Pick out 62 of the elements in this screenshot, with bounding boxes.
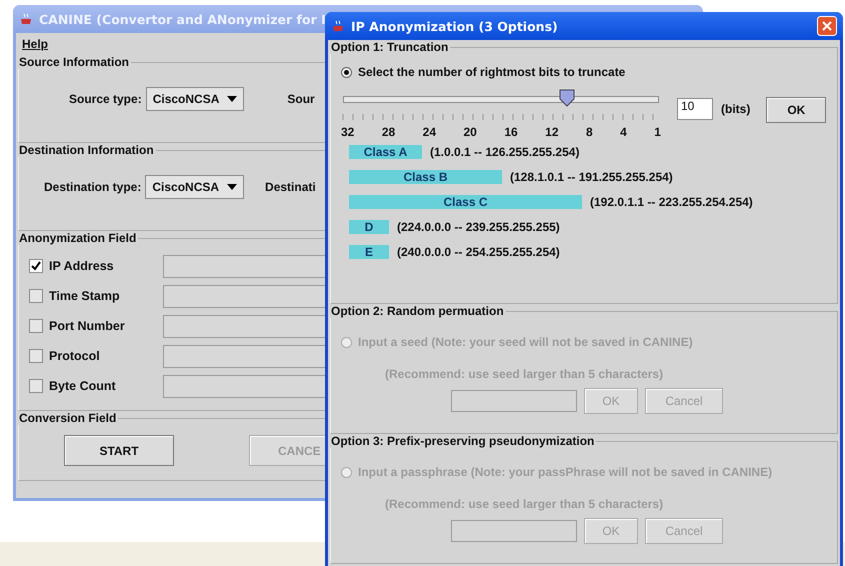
- radio-label: Input a seed (Note: your seed will not be saved in CANINE): [358, 335, 693, 349]
- tick-label: 8: [586, 125, 593, 139]
- type-dropdown[interactable]: CiscoNCSA: [146, 87, 244, 111]
- checkbox-label: Time Stamp: [49, 289, 121, 303]
- input-field[interactable]: [451, 520, 577, 542]
- section-heading: Option 2: Random permuation: [330, 304, 505, 318]
- type-dropdown[interactable]: CiscoNCSA: [145, 175, 244, 199]
- class-bar: D: [349, 220, 389, 234]
- checkbox[interactable]: [29, 379, 43, 393]
- section-heading: Source Information: [18, 55, 130, 69]
- class-bar: Class C: [349, 194, 582, 208]
- section-heading: Destination Information: [18, 143, 155, 157]
- checkbox-label: Port Number: [49, 319, 126, 333]
- address-range: (240.0.0.0 -- 254.255.255.254): [397, 244, 560, 258]
- field-label: Source type:: [69, 92, 142, 106]
- close-icon[interactable]: [817, 16, 837, 36]
- window-title: IP Anonymization (3 Options): [351, 18, 558, 34]
- address-range: (128.1.0.1 -- 191.255.255.254): [510, 170, 673, 184]
- cup-icon: [331, 19, 345, 33]
- address-range: (192.0.1.1 -- 223.255.254.254): [590, 194, 753, 208]
- tick-label: 28: [382, 125, 396, 139]
- start-button[interactable]: START: [64, 435, 174, 466]
- ok-button[interactable]: OK: [766, 97, 826, 123]
- tick-label: 24: [422, 125, 436, 139]
- radio-label: Select the number of rightmost bits to truncate: [358, 65, 626, 79]
- input-field[interactable]: [451, 390, 577, 412]
- class-bar: Class B: [349, 170, 502, 184]
- slider-thumb[interactable]: [558, 89, 575, 107]
- checkbox[interactable]: [29, 349, 43, 363]
- address-range: (1.0.0.1 -- 126.255.255.254): [430, 144, 580, 158]
- checkbox[interactable]: [29, 259, 43, 273]
- radio-label: Input a passphrase (Note: your passPhrase will not be saved in CANINE): [358, 465, 772, 479]
- class-bar: E: [349, 244, 389, 258]
- unit-label: (bits): [721, 102, 750, 116]
- field-label: Destinati: [265, 180, 316, 194]
- class-bar: Class A: [349, 144, 422, 158]
- field-label: Sour: [287, 92, 315, 106]
- hint-text: (Recommend: use seed larger than 5 characters): [384, 496, 664, 513]
- window-title: CANINE (Convertor and ANonymizer for I: [39, 12, 326, 26]
- tick-label: 1: [654, 125, 661, 139]
- checkbox-label: Protocol: [49, 349, 101, 363]
- radio-button[interactable]: [341, 66, 352, 78]
- tick-label: 16: [504, 125, 518, 139]
- tick-label: 32: [341, 125, 354, 139]
- menu-item[interactable]: Help: [22, 37, 48, 51]
- checkbox-label: IP Address: [49, 259, 115, 273]
- caret-icon: [227, 184, 238, 190]
- section-heading: Conversion Field: [18, 411, 118, 425]
- checkbox-label: Byte Count: [49, 379, 117, 393]
- checkbox[interactable]: [29, 289, 43, 303]
- section-heading: Option 1: Truncation: [330, 40, 450, 54]
- tick-label: 20: [463, 125, 477, 139]
- section-heading: Anonymization Field: [18, 231, 138, 245]
- caret-icon: [227, 96, 238, 102]
- tick-label: 4: [620, 125, 627, 139]
- hint-text: (Recommend: use seed larger than 5 characters): [384, 366, 664, 383]
- field-label: Destination type:: [44, 180, 142, 194]
- checkbox[interactable]: [29, 319, 43, 333]
- bits-field[interactable]: 10: [677, 98, 713, 120]
- tick-label: 12: [545, 125, 558, 139]
- address-range: (224.0.0.0 -- 239.255.255.255): [397, 220, 560, 234]
- cup-icon: [19, 12, 33, 26]
